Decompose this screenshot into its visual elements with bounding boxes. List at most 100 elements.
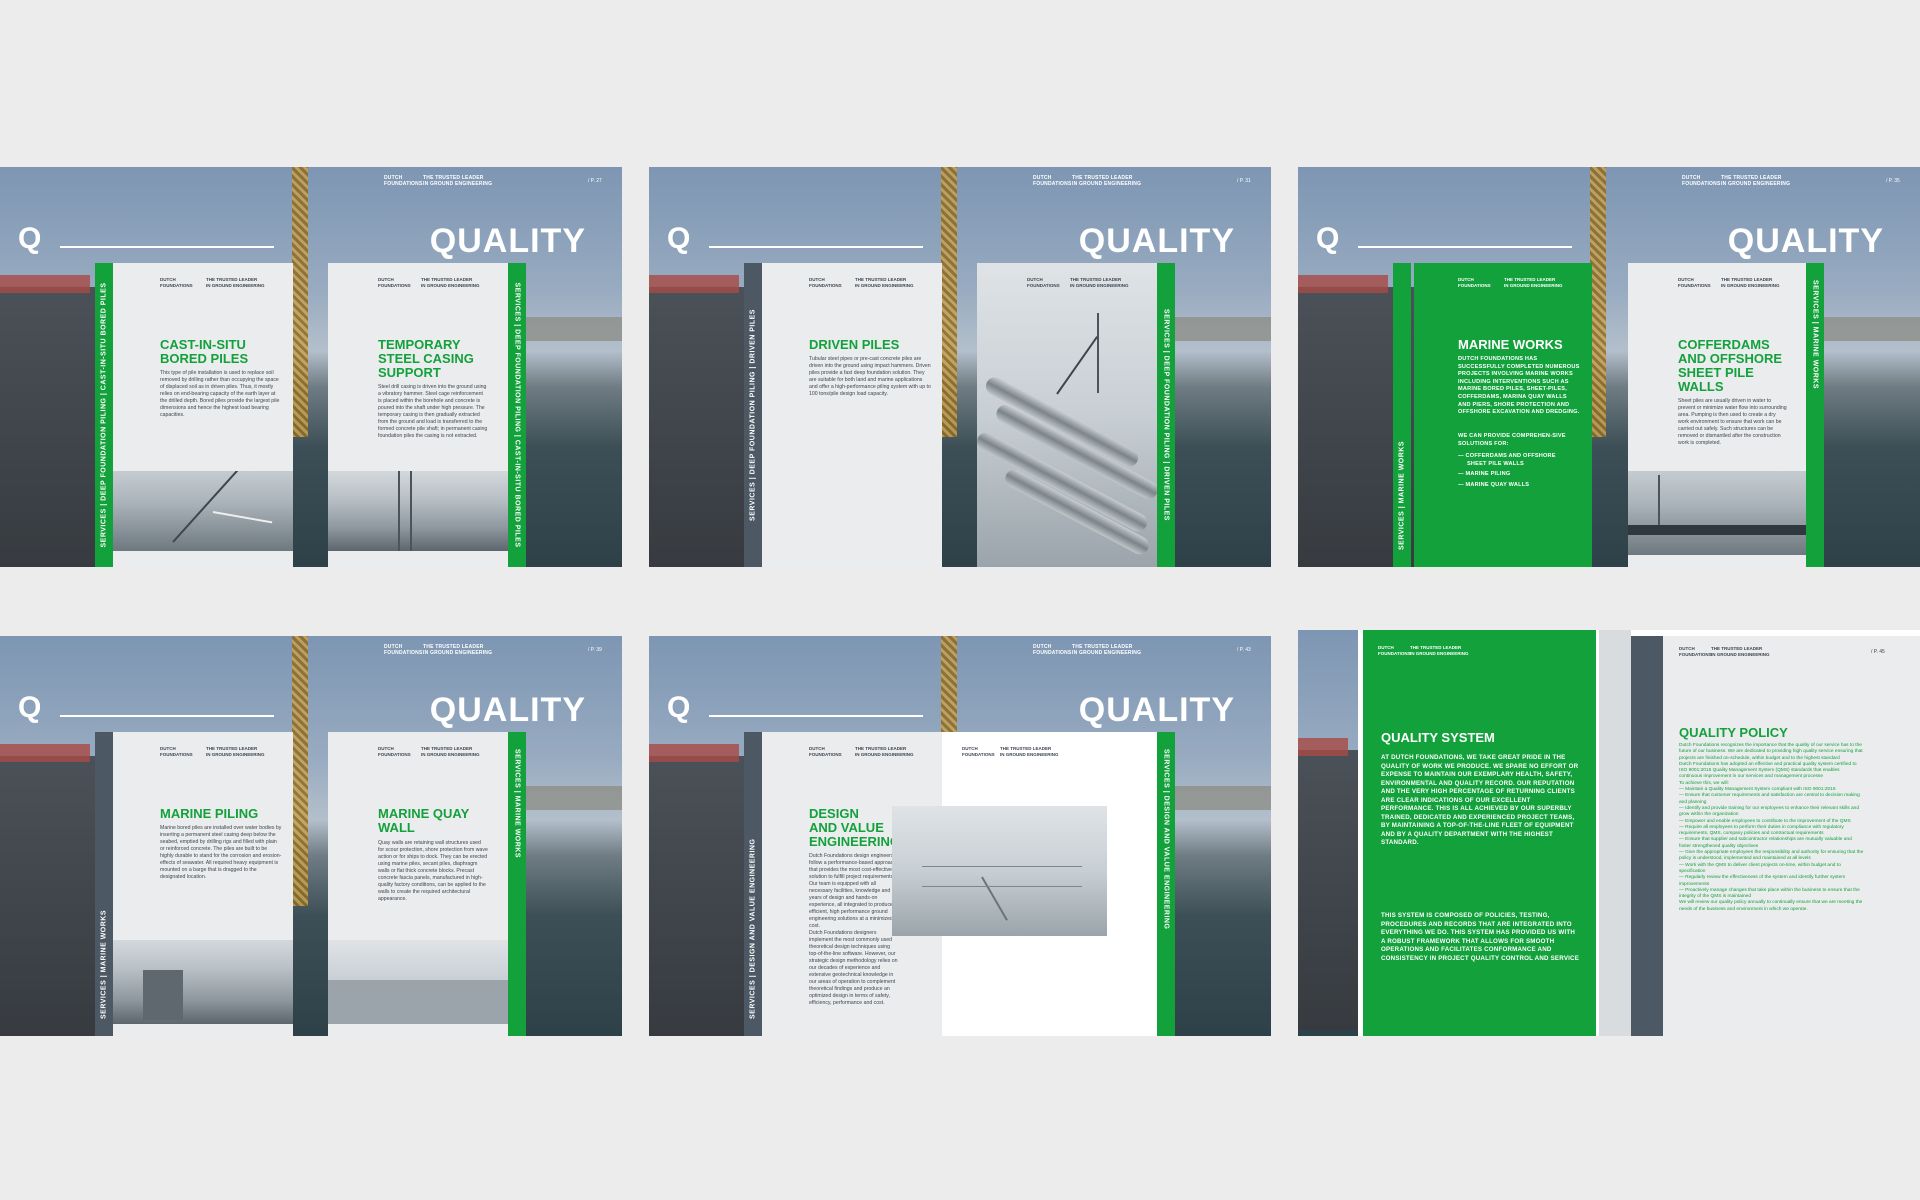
- panel-header-tagline: THE TRUSTED LEADER IN GROUND ENGINEERING: [1410, 645, 1469, 656]
- panel-header-company: DUTCH FOUNDATIONS: [160, 746, 193, 757]
- page-number: / P. 45: [1871, 649, 1885, 655]
- section-body: DUTCH FOUNDATIONS HAS SUCCESSFULLY COMPL…: [1458, 356, 1580, 416]
- policy-list: — Maintain a Quality Management System c…: [1679, 787, 1864, 900]
- page-left: DUTCH FOUNDATIONS THE TRUSTED LEADER IN GR…: [762, 263, 942, 567]
- panel-header-tagline: THE TRUSTED LEADER IN GROUND ENGINEERING: [206, 746, 265, 757]
- ship: [649, 744, 739, 762]
- page-right: DUTCH FOUNDATIONS THE TRUSTED LEADER IN GR…: [1628, 263, 1806, 567]
- side-strip-left: SERVICES | DEEP FOUNDATION PILING | DRIV…: [744, 263, 762, 567]
- panel-header-company: DUTCH FOUNDATIONS: [378, 277, 411, 288]
- cover-rule: [709, 715, 923, 717]
- cover-letter: Q: [667, 691, 691, 724]
- crane: [1590, 167, 1606, 437]
- panel-header-company: DUTCH FOUNDATIONS: [1378, 645, 1411, 656]
- section-title: TEMPORARY STEEL CASING SUPPORT: [378, 337, 474, 380]
- section-title: MARINE WORKS: [1458, 337, 1563, 352]
- panel-header-tagline: THE TRUSTED LEADER IN GROUND ENGINEERING: [1504, 277, 1563, 288]
- side-strip: [1631, 636, 1663, 1036]
- list-item: — Proactively manage changes that take p…: [1679, 887, 1860, 900]
- section-subtitle: WE CAN PROVIDE COMPREHEN-SIVE SOLUTIONS …: [1458, 433, 1566, 447]
- side-label: SERVICES | DESIGN AND VALUE ENGINEERING: [1162, 749, 1170, 930]
- page-left: DUTCH FOUNDATIONS THE TRUSTED LEADER IN GR…: [1414, 263, 1592, 567]
- header-tagline: THE TRUSTED LEADER IN GROUND ENGINEERING: [1072, 175, 1142, 187]
- panel-header-company: DUTCH FOUNDATIONS: [1679, 646, 1712, 657]
- crane: [292, 167, 308, 437]
- page-right: DUTCH FOUNDATIONS THE TRUSTED LEADER IN GR…: [328, 732, 508, 1036]
- section-body: Marine bored piles are installed over wa…: [160, 825, 282, 880]
- section-title: DESIGN AND VALUE ENGINEERING: [809, 806, 901, 849]
- page-number: / P. 39: [588, 647, 602, 653]
- section-body: Sheet piles are usually driven in water …: [1678, 398, 1787, 446]
- panel-header-company: DUTCH FOUNDATIONS: [160, 277, 193, 288]
- header-company: DUTCH FOUNDATIONS: [1682, 175, 1721, 187]
- list-item: — Ensure that customer requirements and …: [1679, 793, 1860, 805]
- side-strip-right: SERVICES | DEEP FOUNDATION PILING | CAST…: [508, 263, 526, 567]
- section-title: MARINE QUAY WALL: [378, 806, 470, 835]
- side-strip-left: SERVICES | DESIGN AND VALUE ENGINEERING: [744, 732, 762, 1036]
- spread-driven-piles: DUTCH FOUNDATIONS THE TRUSTED LEADER IN GR…: [649, 167, 1271, 567]
- cover-rule: [1358, 246, 1572, 248]
- side-label: SERVICES | MARINE WORKS: [1398, 440, 1406, 550]
- spread-quality-system: DUTCH FOUNDATIONS THE TRUSTED LEADER IN GR…: [1298, 630, 1920, 1036]
- section-body: AT DUTCH FOUNDATIONS, WE TAKE GREAT PRID…: [1381, 754, 1579, 846]
- list-item: — MARINE QUAY WALLS: [1458, 481, 1530, 488]
- header-company: DUTCH FOUNDATIONS: [384, 175, 423, 187]
- cover-title: QUALITY: [429, 691, 586, 729]
- crane: [941, 167, 957, 437]
- paragraph: Our team is equipped with all necessary …: [809, 881, 893, 929]
- list-item: — Empower and enable employees to contri…: [1679, 818, 1851, 824]
- ship: [0, 744, 90, 762]
- section-body: Dutch Foundations recognizes the importa…: [1679, 743, 1864, 913]
- side-label: SERVICES | MARINE WORKS: [100, 909, 108, 1019]
- side-label: SERVICES | DEEP FOUNDATION PILING | CAST…: [513, 282, 521, 548]
- section-title: QUALITY SYSTEM: [1381, 730, 1495, 745]
- paragraph: Dutch Foundations recognizes the importa…: [1679, 743, 1863, 761]
- cofferdam-photo: [1628, 471, 1806, 555]
- ship: [1298, 275, 1388, 293]
- side-strip-left: SERVICES | MARINE WORKS: [95, 732, 113, 1036]
- cover-letter: Q: [18, 691, 42, 724]
- section-title: QUALITY POLICY: [1679, 725, 1788, 740]
- side-strip-left: SERVICES | DEEP FOUNDATION PILING | CAST…: [95, 263, 113, 567]
- panel-header-company: DUTCH FOUNDATIONS: [1678, 277, 1711, 288]
- page-number: / P. 43: [1237, 647, 1251, 653]
- quay-wall: [1298, 750, 1358, 1030]
- page-right: DUTCH FOUNDATIONS THE TRUSTED LEADER IN GR…: [977, 263, 1157, 567]
- panel-header-company: DUTCH FOUNDATIONS: [962, 746, 995, 757]
- section-body: Tubular steel pipes or pre-cast concrete…: [809, 356, 931, 397]
- header-company: DUTCH FOUNDATIONS: [384, 644, 423, 656]
- side-strip-right: SERVICES | DEEP FOUNDATION PILING | DRIV…: [1157, 263, 1175, 567]
- list-item: — MARINE PILING: [1458, 471, 1511, 478]
- cover-rule: [709, 246, 923, 248]
- cover-letter: Q: [1316, 222, 1340, 255]
- page-number: / P. 27: [588, 178, 602, 184]
- side-label: SERVICES | DEEP FOUNDATION PILING | DRIV…: [1162, 309, 1170, 521]
- cover-letter: Q: [667, 222, 691, 255]
- panel-header-tagline: THE TRUSTED LEADER IN GROUND ENGINEERING: [421, 746, 480, 757]
- solutions-list: — COFFERDAMS AND OFFSHORE SHEET PILE WALL…: [1458, 453, 1580, 489]
- panel-header-tagline: THE TRUSTED LEADER IN GROUND ENGINEERING: [421, 277, 480, 288]
- panel-header-tagline: THE TRUSTED LEADER IN GROUND ENGINEERING: [1070, 277, 1129, 288]
- cover-title: QUALITY: [1078, 691, 1235, 729]
- cover-rule: [60, 715, 274, 717]
- page-left: DUTCH FOUNDATIONS THE TRUSTED LEADER IN GR…: [113, 732, 293, 1036]
- list-item: — Identify and provide training for our …: [1679, 805, 1859, 818]
- side-label: SERVICES | MARINE WORKS: [513, 749, 521, 859]
- panel-header-tagline: THE TRUSTED LEADER IN GROUND ENGINEERING: [1721, 277, 1780, 288]
- panel-header-company: DUTCH FOUNDATIONS: [378, 746, 411, 757]
- page-left: DUTCH FOUNDATIONS THE TRUSTED LEADER IN GR…: [113, 263, 293, 567]
- rig-photo: [328, 471, 508, 551]
- side-strip-right: SERVICES | MARINE WORKS: [1806, 263, 1824, 567]
- header-tagline: THE TRUSTED LEADER IN GROUND ENGINEERING: [423, 175, 493, 187]
- panel-header-tagline: THE TRUSTED LEADER IN GROUND ENGINEERING: [206, 277, 265, 288]
- header-tagline: THE TRUSTED LEADER IN GROUND ENGINEERING: [423, 644, 493, 656]
- list-item: — Give the appropriate employees the res…: [1679, 850, 1864, 862]
- paragraph: Dutch Foundations has adopted an effecti…: [1679, 761, 1857, 780]
- list-item: — Ensure that supplier and subcontractor…: [1679, 837, 1852, 849]
- cover-title: QUALITY: [1727, 222, 1884, 260]
- panel-header-tagline: THE TRUSTED LEADER IN GROUND ENGINEERING: [855, 746, 914, 757]
- paragraph: We will review our quality policy annual…: [1679, 900, 1863, 912]
- quality-system-page: DUTCH FOUNDATIONS THE TRUSTED LEADER IN GR…: [1363, 630, 1596, 1036]
- paragraph: Dutch Foundations design engineers follo…: [809, 853, 897, 880]
- side-label: SERVICES | DESIGN AND VALUE ENGINEERING: [749, 838, 757, 1019]
